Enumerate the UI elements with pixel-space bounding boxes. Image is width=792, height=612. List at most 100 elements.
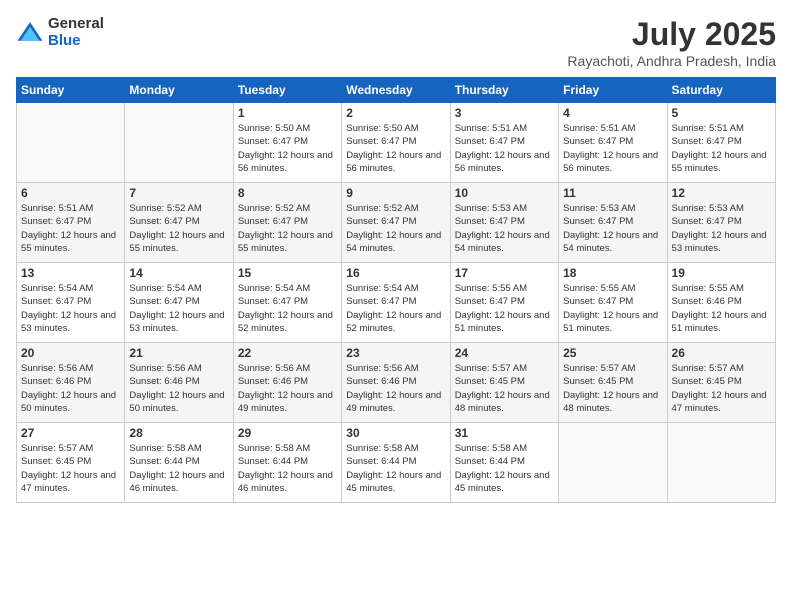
calendar-cell: 1Sunrise: 5:50 AM Sunset: 6:47 PM Daylig… (233, 103, 341, 183)
day-number: 21 (129, 346, 228, 360)
header-cell-tuesday: Tuesday (233, 78, 341, 103)
week-row-2: 6 Sunrise: 5:51 AM Sunset: 6:47 PM Daylig… (17, 183, 776, 263)
calendar-cell (125, 103, 233, 183)
header-cell-thursday: Thursday (450, 78, 558, 103)
calendar-cell: 31Sunrise: 5:58 AM Sunset: 6:44 PM Dayli… (450, 423, 558, 503)
day-info: Sunrise: 5:54 AM Sunset: 6:47 PM Dayligh… (346, 282, 445, 335)
day-number: 13 (21, 266, 120, 280)
day-info: Sunrise: 5:56 AM Sunset: 6:46 PM Dayligh… (129, 362, 228, 415)
day-info: Sunrise: 5:53 AM Sunset: 6:47 PM Dayligh… (672, 202, 771, 255)
day-number: 30 (346, 426, 445, 440)
day-info: Sunrise: 5:55 AM Sunset: 6:47 PM Dayligh… (563, 282, 662, 335)
calendar-cell: 3 Sunrise: 5:51 AM Sunset: 6:47 PM Daylig… (450, 103, 558, 183)
day-info: Sunrise: 5:58 AM Sunset: 6:44 PM Dayligh… (238, 442, 337, 495)
day-number: 9 (346, 186, 445, 200)
calendar-cell: 11Sunrise: 5:53 AM Sunset: 6:47 PM Dayli… (559, 183, 667, 263)
calendar-cell: 22Sunrise: 5:56 AM Sunset: 6:46 PM Dayli… (233, 343, 341, 423)
day-info: Sunrise: 5:52 AM Sunset: 6:47 PM Dayligh… (346, 202, 445, 255)
logo: General Blue (16, 16, 104, 49)
calendar-cell: 23 Sunrise: 5:56 AM Sunset: 6:46 PM Dayli… (342, 343, 450, 423)
day-info: Sunrise: 5:56 AM Sunset: 6:46 PM Dayligh… (21, 362, 120, 415)
day-number: 18 (563, 266, 662, 280)
day-number: 4 (563, 106, 662, 120)
calendar-cell: 10 Sunrise: 5:53 AM Sunset: 6:47 PM Dayli… (450, 183, 558, 263)
day-number: 14 (129, 266, 228, 280)
day-info: Sunrise: 5:51 AM Sunset: 6:47 PM Dayligh… (563, 122, 662, 175)
day-info: Sunrise: 5:56 AM Sunset: 6:46 PM Dayligh… (238, 362, 337, 415)
header: General Blue July 2025 Rayachoti, Andhra… (16, 16, 776, 69)
title-area: July 2025 Rayachoti, Andhra Pradesh, Ind… (567, 16, 776, 69)
calendar-cell: 17 Sunrise: 5:55 AM Sunset: 6:47 PM Dayli… (450, 263, 558, 343)
day-number: 15 (238, 266, 337, 280)
calendar-cell: 6 Sunrise: 5:51 AM Sunset: 6:47 PM Daylig… (17, 183, 125, 263)
calendar-cell: 5 Sunrise: 5:51 AM Sunset: 6:47 PM Daylig… (667, 103, 775, 183)
day-info: Sunrise: 5:53 AM Sunset: 6:47 PM Dayligh… (563, 202, 662, 255)
day-info: Sunrise: 5:58 AM Sunset: 6:44 PM Dayligh… (129, 442, 228, 495)
logo-general-text: General (48, 16, 104, 33)
calendar-cell: 8 Sunrise: 5:52 AM Sunset: 6:47 PM Daylig… (233, 183, 341, 263)
calendar-cell: 24 Sunrise: 5:57 AM Sunset: 6:45 PM Dayli… (450, 343, 558, 423)
day-info: Sunrise: 5:55 AM Sunset: 6:47 PM Dayligh… (455, 282, 554, 335)
day-number: 12 (672, 186, 771, 200)
day-number: 5 (672, 106, 771, 120)
calendar-cell: 4 Sunrise: 5:51 AM Sunset: 6:47 PM Daylig… (559, 103, 667, 183)
day-info: Sunrise: 5:53 AM Sunset: 6:47 PM Dayligh… (455, 202, 554, 255)
calendar-cell: 29Sunrise: 5:58 AM Sunset: 6:44 PM Dayli… (233, 423, 341, 503)
calendar-cell: 19Sunrise: 5:55 AM Sunset: 6:46 PM Dayli… (667, 263, 775, 343)
week-row-5: 27Sunrise: 5:57 AM Sunset: 6:45 PM Dayli… (17, 423, 776, 503)
week-row-4: 20 Sunrise: 5:56 AM Sunset: 6:46 PM Dayli… (17, 343, 776, 423)
header-cell-sunday: Sunday (17, 78, 125, 103)
logo-blue-text: Blue (48, 33, 104, 50)
day-number: 26 (672, 346, 771, 360)
day-info: Sunrise: 5:58 AM Sunset: 6:44 PM Dayligh… (455, 442, 554, 495)
day-number: 17 (455, 266, 554, 280)
calendar-cell: 7Sunrise: 5:52 AM Sunset: 6:47 PM Daylig… (125, 183, 233, 263)
calendar-cell: 16 Sunrise: 5:54 AM Sunset: 6:47 PM Dayli… (342, 263, 450, 343)
day-info: Sunrise: 5:56 AM Sunset: 6:46 PM Dayligh… (346, 362, 445, 415)
day-info: Sunrise: 5:51 AM Sunset: 6:47 PM Dayligh… (21, 202, 120, 255)
calendar-cell: 2 Sunrise: 5:50 AM Sunset: 6:47 PM Daylig… (342, 103, 450, 183)
day-info: Sunrise: 5:57 AM Sunset: 6:45 PM Dayligh… (455, 362, 554, 415)
calendar-cell: 21 Sunrise: 5:56 AM Sunset: 6:46 PM Dayli… (125, 343, 233, 423)
calendar-cell: 13 Sunrise: 5:54 AM Sunset: 6:47 PM Dayli… (17, 263, 125, 343)
logo-icon (16, 19, 44, 47)
day-number: 2 (346, 106, 445, 120)
day-info: Sunrise: 5:51 AM Sunset: 6:47 PM Dayligh… (455, 122, 554, 175)
day-info: Sunrise: 5:54 AM Sunset: 6:47 PM Dayligh… (21, 282, 120, 335)
day-number: 7 (129, 186, 228, 200)
day-info: Sunrise: 5:52 AM Sunset: 6:47 PM Dayligh… (238, 202, 337, 255)
calendar-cell: 9 Sunrise: 5:52 AM Sunset: 6:47 PM Daylig… (342, 183, 450, 263)
main-title: July 2025 (567, 16, 776, 53)
calendar-cell: 18 Sunrise: 5:55 AM Sunset: 6:47 PM Dayli… (559, 263, 667, 343)
calendar-header-row: SundayMondayTuesdayWednesdayThursdayFrid… (17, 78, 776, 103)
day-number: 24 (455, 346, 554, 360)
day-number: 25 (563, 346, 662, 360)
day-info: Sunrise: 5:57 AM Sunset: 6:45 PM Dayligh… (21, 442, 120, 495)
calendar-cell: 30 Sunrise: 5:58 AM Sunset: 6:44 PM Dayli… (342, 423, 450, 503)
calendar-cell: 20 Sunrise: 5:56 AM Sunset: 6:46 PM Dayli… (17, 343, 125, 423)
day-number: 8 (238, 186, 337, 200)
day-info: Sunrise: 5:55 AM Sunset: 6:46 PM Dayligh… (672, 282, 771, 335)
calendar-cell: 25 Sunrise: 5:57 AM Sunset: 6:45 PM Dayli… (559, 343, 667, 423)
day-info: Sunrise: 5:58 AM Sunset: 6:44 PM Dayligh… (346, 442, 445, 495)
calendar-cell: 27Sunrise: 5:57 AM Sunset: 6:45 PM Dayli… (17, 423, 125, 503)
header-cell-wednesday: Wednesday (342, 78, 450, 103)
calendar-cell (559, 423, 667, 503)
header-cell-friday: Friday (559, 78, 667, 103)
day-number: 23 (346, 346, 445, 360)
day-number: 20 (21, 346, 120, 360)
day-info: Sunrise: 5:50 AM Sunset: 6:47 PM Dayligh… (346, 122, 445, 175)
calendar-cell: 14Sunrise: 5:54 AM Sunset: 6:47 PM Dayli… (125, 263, 233, 343)
day-number: 3 (455, 106, 554, 120)
day-info: Sunrise: 5:57 AM Sunset: 6:45 PM Dayligh… (563, 362, 662, 415)
day-info: Sunrise: 5:57 AM Sunset: 6:45 PM Dayligh… (672, 362, 771, 415)
header-cell-saturday: Saturday (667, 78, 775, 103)
calendar-cell: 15Sunrise: 5:54 AM Sunset: 6:47 PM Dayli… (233, 263, 341, 343)
day-number: 28 (129, 426, 228, 440)
day-number: 10 (455, 186, 554, 200)
day-info: Sunrise: 5:51 AM Sunset: 6:47 PM Dayligh… (672, 122, 771, 175)
logo-text: General Blue (48, 16, 104, 49)
day-number: 6 (21, 186, 120, 200)
calendar-cell (17, 103, 125, 183)
day-number: 16 (346, 266, 445, 280)
